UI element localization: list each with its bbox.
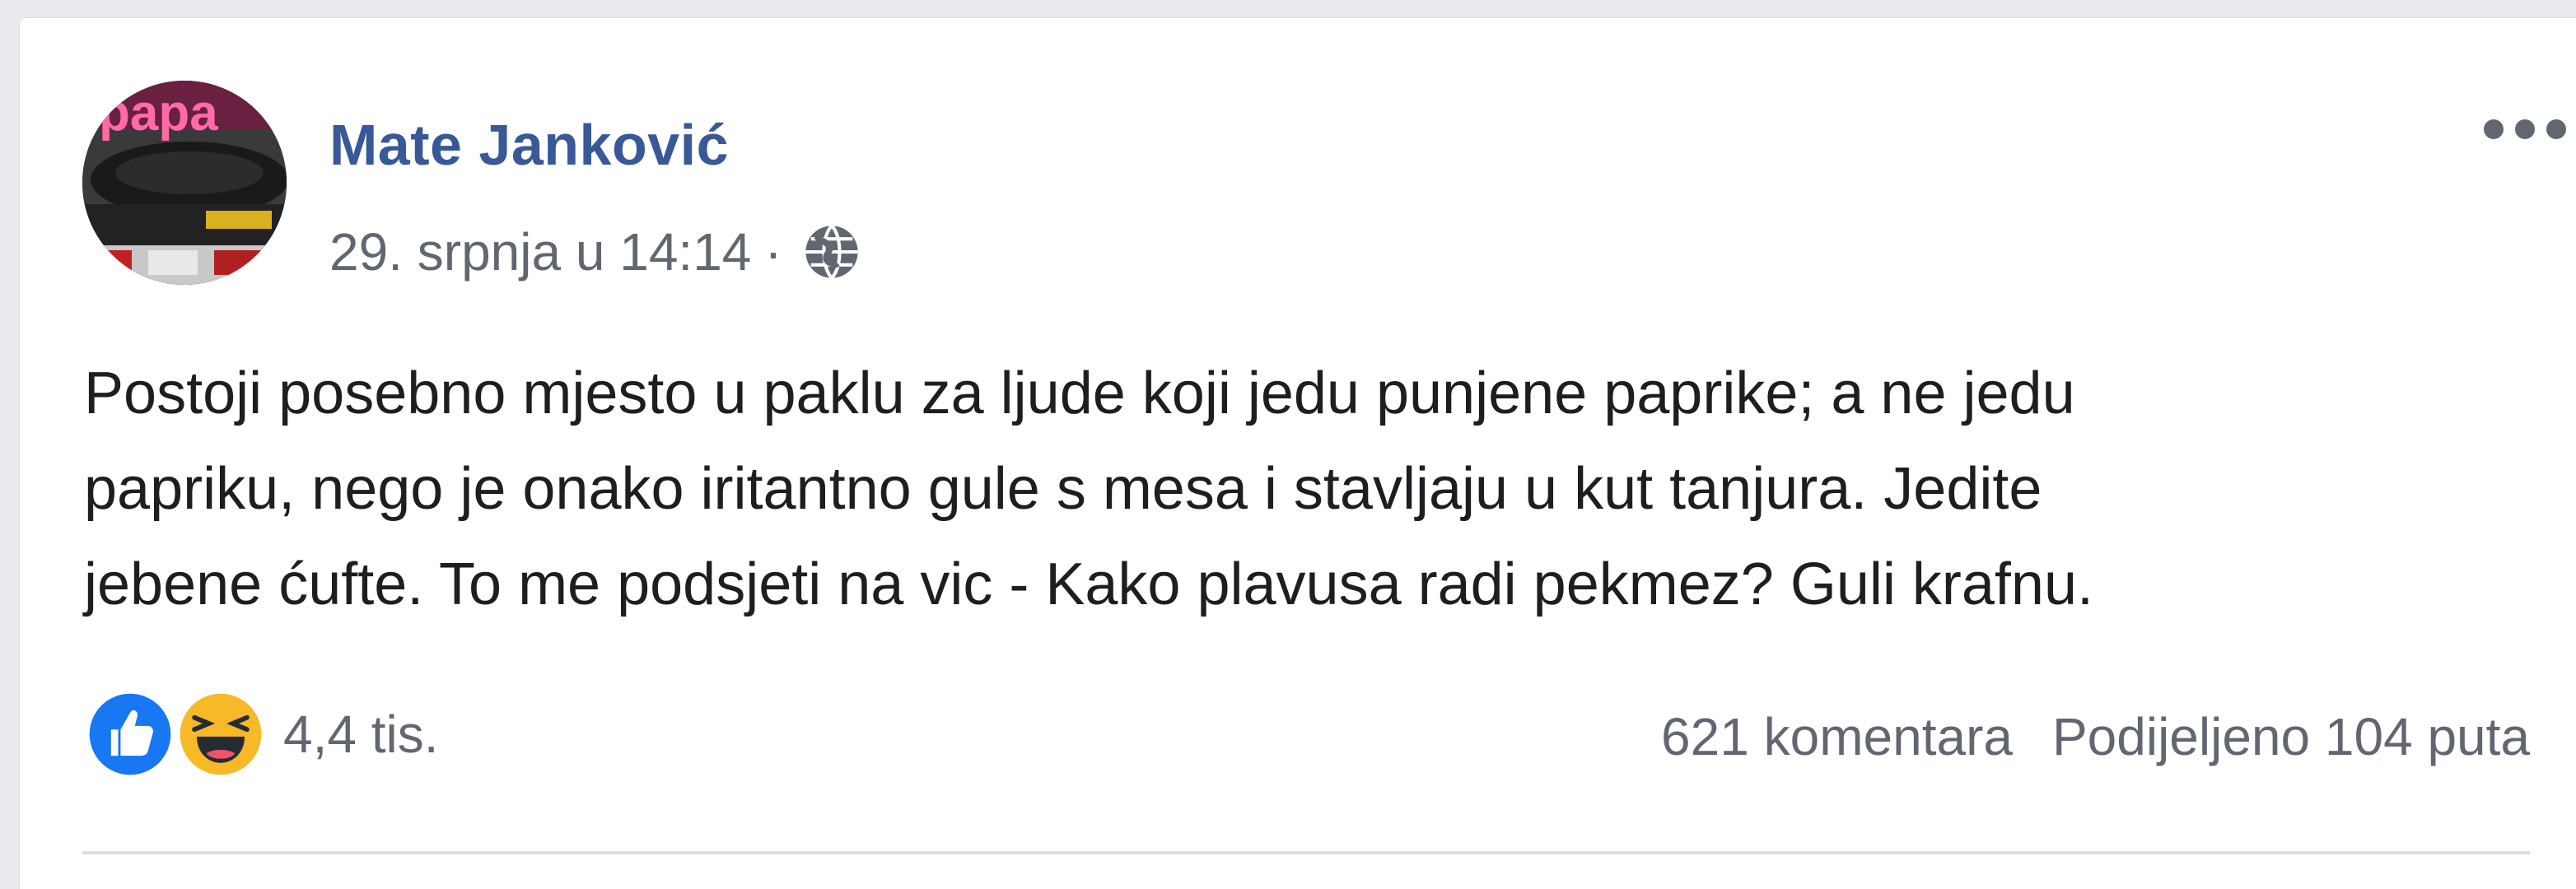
author-avatar[interactable]: papa: [82, 81, 287, 285]
post-stats: 621 komentara Podijeljeno 104 puta: [1661, 706, 2530, 767]
comments-count-link[interactable]: 621 komentara: [1661, 706, 2013, 767]
haha-icon[interactable]: [173, 687, 268, 782]
post-text: Postoji posebno mjesto u paklu za ljude …: [84, 361, 2093, 617]
shares-count-link[interactable]: Podijeljeno 104 puta: [2052, 706, 2530, 767]
more-horizontal-icon[interactable]: [2482, 117, 2568, 142]
divider: [82, 851, 2530, 854]
svg-text:papa: papa: [99, 85, 218, 142]
reaction-count[interactable]: 4,4 tis.: [283, 704, 439, 765]
author-name[interactable]: Mate Janković: [329, 112, 729, 178]
globe-icon[interactable]: [800, 221, 863, 283]
post-card: papa Mate Janković 29. srpnja u 14:14 ·: [20, 18, 2576, 889]
post-timestamp[interactable]: 29. srpnja u 14:14: [329, 221, 751, 282]
meta-separator: ·: [764, 222, 782, 282]
reactions-summary[interactable]: 4,4 tis.: [82, 687, 439, 782]
post-meta: 29. srpnja u 14:14 ·: [329, 221, 863, 283]
like-icon[interactable]: [82, 687, 178, 782]
